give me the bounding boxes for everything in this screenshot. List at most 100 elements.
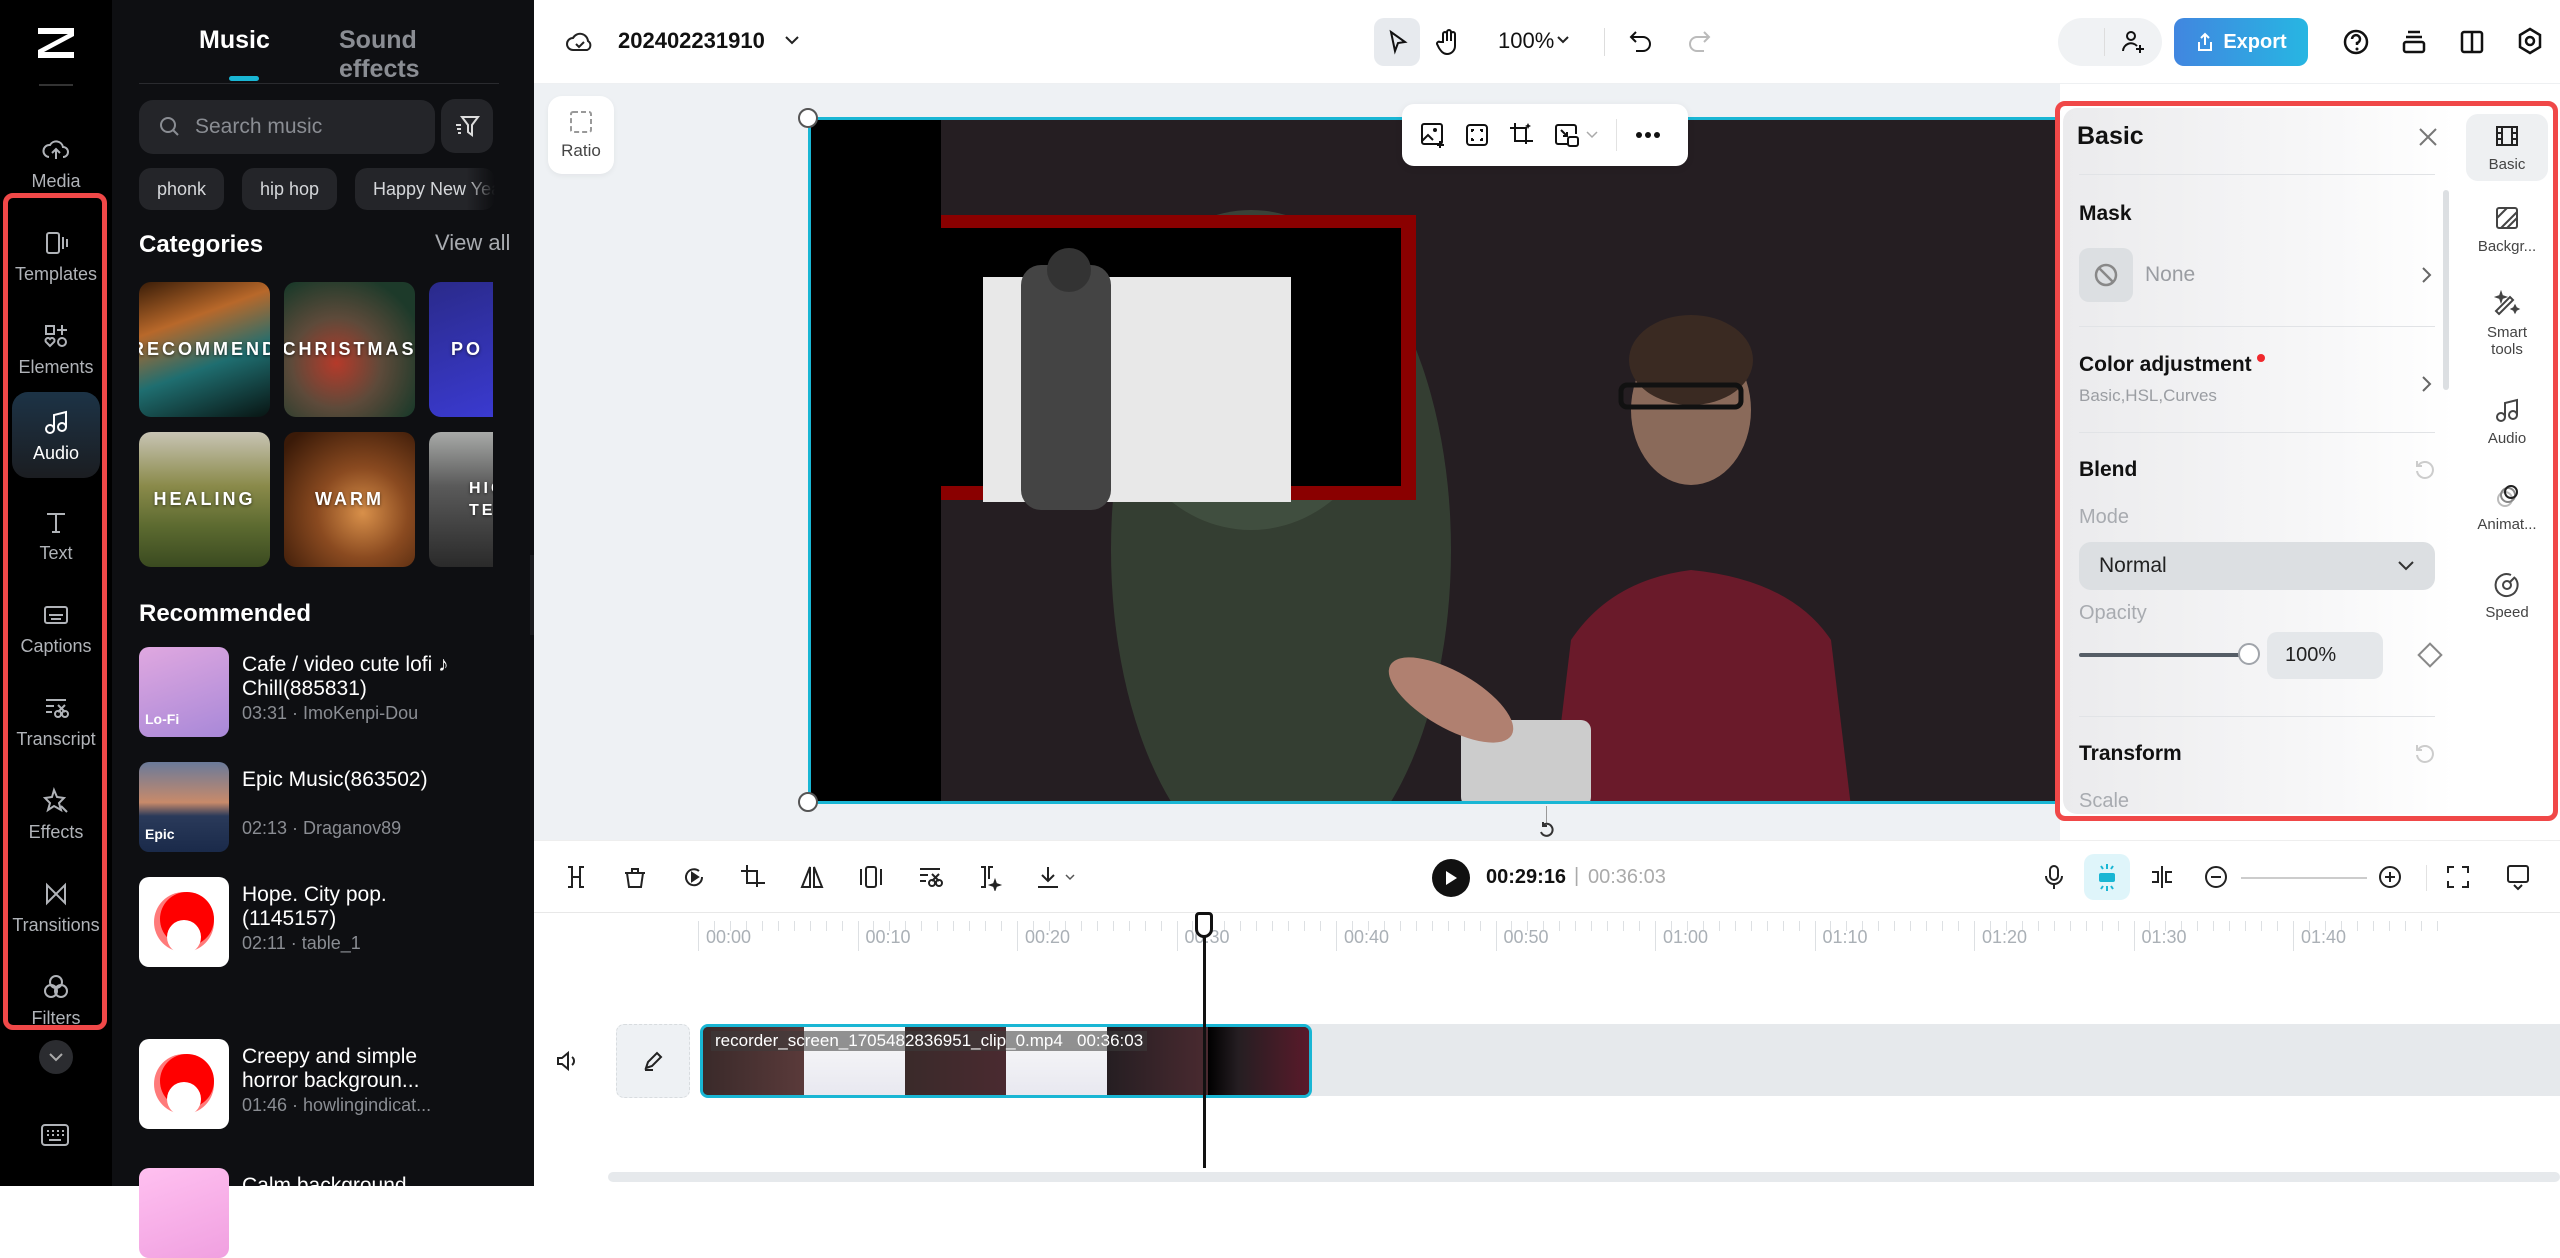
rail-item-effects[interactable]: Effects xyxy=(12,771,100,857)
timeline-ruler[interactable]: 00:0000:1000:2000:3000:4000:5001:0001:10… xyxy=(534,912,2560,968)
tab-speed[interactable]: Speed xyxy=(2466,570,2548,621)
rail-item-captions[interactable]: Captions xyxy=(12,585,100,671)
tab-music[interactable]: Music xyxy=(199,26,270,55)
freeze-button[interactable] xyxy=(857,863,885,891)
keyboard-icon[interactable] xyxy=(40,1122,70,1148)
split-screen-button[interactable] xyxy=(2148,863,2176,891)
track-item[interactable]: Calm background xyxy=(139,1168,519,1258)
remove-background-button[interactable] xyxy=(916,863,944,891)
chevron-down-icon[interactable] xyxy=(1586,131,1598,139)
volume-icon[interactable] xyxy=(554,1048,580,1074)
export-button[interactable]: Export xyxy=(2174,18,2308,66)
tab-audio[interactable]: Audio xyxy=(2466,396,2548,447)
replace-image-icon[interactable] xyxy=(1420,121,1446,149)
tab-basic[interactable]: Basic xyxy=(2466,114,2548,181)
tab-smart-tools[interactable]: Smart tools xyxy=(2466,290,2548,358)
crop-button[interactable] xyxy=(739,863,767,891)
reverse-button[interactable] xyxy=(680,863,708,891)
chip-hip-hop[interactable]: hip hop xyxy=(242,168,338,210)
chip-happy-new-year[interactable]: Happy New Year xyxy=(355,168,495,210)
chevron-down-icon[interactable] xyxy=(1556,34,1570,46)
zoom-level-dropdown[interactable]: 100% xyxy=(1498,28,1554,54)
keyframe-icon[interactable] xyxy=(2417,642,2443,668)
track-item[interactable]: Creepy and simple horror backgroun... 01… xyxy=(139,1039,519,1129)
timeline-zoom-slider[interactable] xyxy=(2241,877,2367,879)
category-recommend[interactable]: RECOMMEND xyxy=(139,282,270,417)
rail-item-filters[interactable]: Filters xyxy=(12,957,100,1043)
zoom-in-button[interactable] xyxy=(2376,863,2404,891)
project-name[interactable]: 202402231910 xyxy=(618,28,765,54)
track-edit-button[interactable] xyxy=(616,1024,690,1098)
rotate-icon[interactable] xyxy=(1536,820,1558,840)
opacity-input[interactable]: 100% xyxy=(2267,632,2383,679)
reset-icon[interactable] xyxy=(2413,458,2435,480)
resize-handle-top-left[interactable] xyxy=(798,108,818,128)
fit-icon[interactable] xyxy=(1464,122,1490,148)
tab-animation[interactable]: Animat... xyxy=(2466,482,2548,533)
category-high-tempo[interactable]: HIG TEM xyxy=(429,432,493,567)
help-icon[interactable] xyxy=(2342,28,2370,56)
undo-icon[interactable] xyxy=(1628,28,1654,56)
record-voice-button[interactable] xyxy=(2040,863,2068,891)
layout-icon[interactable] xyxy=(2458,28,2486,56)
hand-tool-button[interactable] xyxy=(1428,18,1468,66)
timeline-scrollbar[interactable] xyxy=(608,1172,2560,1182)
chevron-right-icon[interactable] xyxy=(2418,265,2434,285)
rail-item-elements[interactable]: Elements xyxy=(12,306,100,392)
rail-item-text[interactable]: Text xyxy=(12,492,100,578)
close-icon[interactable] xyxy=(2413,122,2443,152)
track-item[interactable]: Hope. City pop.(1145157) 02:11 · table_1 xyxy=(139,877,519,967)
zoom-out-button[interactable] xyxy=(2202,863,2230,891)
layers-icon[interactable] xyxy=(2400,28,2428,56)
mask-value[interactable]: None xyxy=(2145,263,2195,287)
more-icon[interactable] xyxy=(1635,131,1661,139)
opacity-slider-track[interactable] xyxy=(2079,653,2249,657)
ratio-button[interactable]: Ratio xyxy=(548,96,614,174)
video-preview[interactable] xyxy=(808,117,2060,804)
tab-background[interactable]: Backgr... xyxy=(2466,204,2548,255)
split-button[interactable] xyxy=(562,863,590,891)
chip-phonk[interactable]: phonk xyxy=(139,168,225,210)
category-christmas[interactable]: CHRISTMAS xyxy=(284,282,415,417)
filter-button[interactable] xyxy=(441,99,493,153)
resize-handle-bottom-left[interactable] xyxy=(798,792,818,812)
mask-button[interactable] xyxy=(2079,248,2133,302)
redo-icon[interactable] xyxy=(1686,28,1712,56)
rail-item-transitions[interactable]: Transitions xyxy=(12,864,100,950)
playhead[interactable] xyxy=(1203,922,1206,1168)
search-input[interactable]: Search music xyxy=(139,100,435,154)
category-pop[interactable]: PO xyxy=(429,282,493,417)
tab-sound-effects[interactable]: Sound effects xyxy=(339,26,499,84)
settings-icon[interactable] xyxy=(2516,26,2544,56)
opacity-slider-handle[interactable] xyxy=(2238,643,2260,665)
view-all-link[interactable]: View all xyxy=(435,230,510,256)
category-healing[interactable]: HEALING xyxy=(139,432,270,567)
picture-in-picture-icon[interactable] xyxy=(1554,122,1580,148)
video-clip[interactable]: recorder_screen_1705482836951_clip_0.mp4… xyxy=(700,1024,1312,1098)
track-item[interactable]: Epic Epic Music(863502) 02:13 · Draganov… xyxy=(139,762,519,852)
smart-crop-icon[interactable] xyxy=(1508,121,1536,149)
track-item[interactable]: Lo-Fi Cafe / video cute lofi ♪ Chill(885… xyxy=(139,647,519,737)
collaborators-pill[interactable] xyxy=(2058,18,2162,66)
preview-dropdown-button[interactable] xyxy=(2504,863,2532,891)
select-tool-button[interactable] xyxy=(1374,18,1420,66)
rail-item-transcript[interactable]: Transcript xyxy=(12,678,100,764)
rail-item-templates[interactable]: Templates xyxy=(12,213,100,299)
rail-item-media[interactable]: Media xyxy=(12,120,100,206)
rail-item-audio[interactable]: Audio xyxy=(12,392,100,478)
download-button[interactable] xyxy=(1034,863,1078,891)
auto-cut-button[interactable] xyxy=(975,863,1003,893)
scrollbar[interactable] xyxy=(2443,190,2449,390)
mirror-button[interactable] xyxy=(798,863,826,891)
delete-button[interactable] xyxy=(621,863,649,891)
blend-mode-select[interactable]: Normal xyxy=(2079,542,2435,590)
color-adjustment-heading[interactable]: Color adjustment xyxy=(2079,353,2252,377)
reset-icon[interactable] xyxy=(2413,742,2435,764)
fullscreen-button[interactable] xyxy=(2444,863,2472,891)
rail-expand-button[interactable] xyxy=(39,1040,73,1074)
playhead-handle[interactable] xyxy=(1195,912,1213,938)
category-warm[interactable]: WARM xyxy=(284,432,415,567)
play-button[interactable] xyxy=(1432,859,1470,897)
auto-snap-toggle[interactable] xyxy=(2084,854,2130,900)
chevron-down-icon[interactable] xyxy=(784,34,800,46)
